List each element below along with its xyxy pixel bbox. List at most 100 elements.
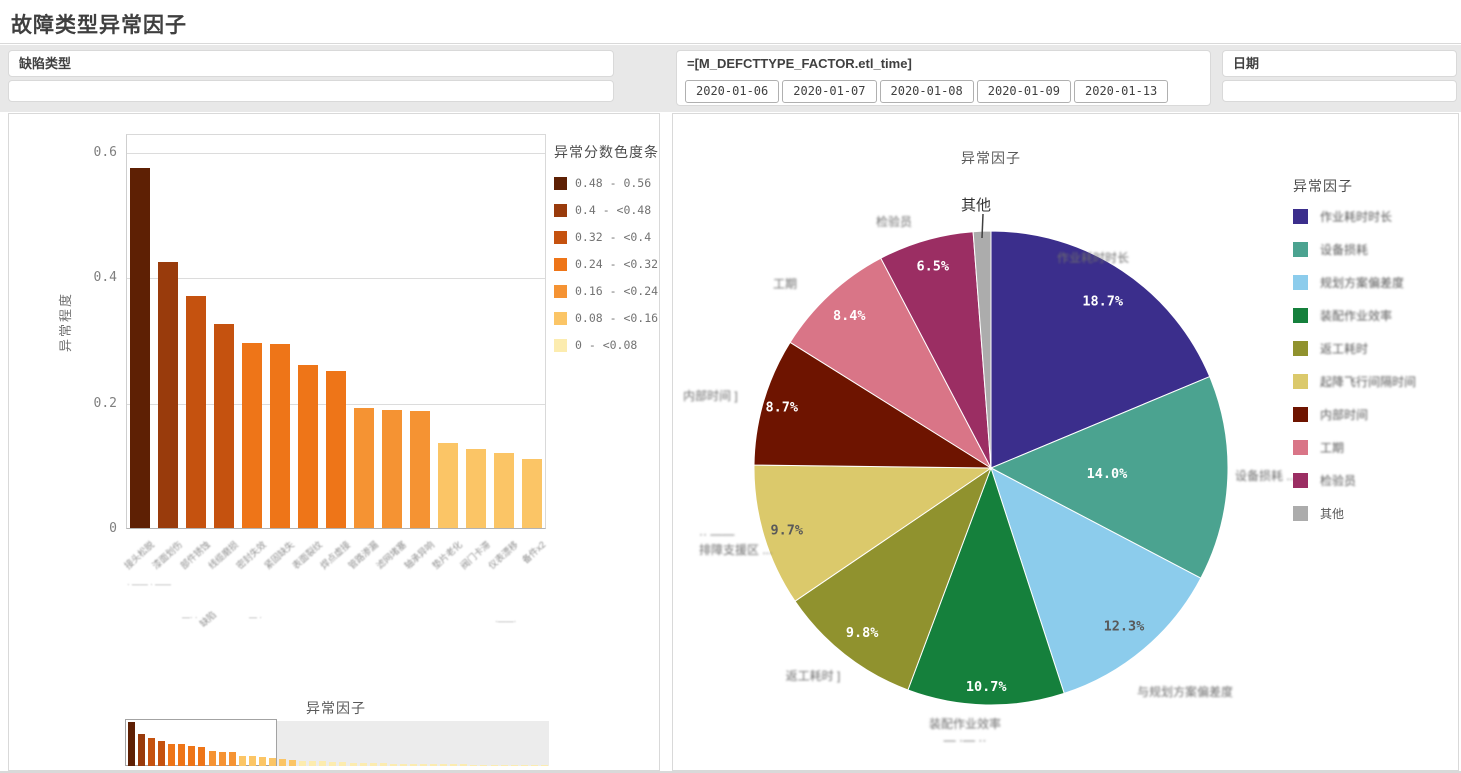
filter-band: 缺陷类型 =[M_DEFCTTYPE_FACTOR.etl_time] 2020…	[0, 45, 1461, 112]
legend-swatch	[554, 231, 567, 244]
y-tick-label: 0	[77, 521, 117, 536]
bar[interactable]	[158, 262, 178, 528]
navigator-title: 异常因子	[256, 698, 416, 718]
pie-legend-item[interactable]: 其他	[1293, 505, 1453, 522]
x-tick-label: 漆面划伤	[149, 538, 184, 572]
filter-defect-type-listbox[interactable]	[8, 80, 614, 102]
x-tick-label: 管路渗漏	[345, 538, 380, 572]
navigator-mini-bar	[168, 744, 175, 766]
filter-etl-time-header[interactable]: =[M_DEFCTTYPE_FACTOR.etl_time]	[677, 51, 1210, 78]
navigator-mini-bar	[470, 765, 477, 766]
navigator-mini-bar	[480, 765, 487, 766]
pie-percent-label: 8.4%	[833, 308, 866, 324]
pie-callout-label-blurred: 作业耗时时长	[1057, 251, 1129, 265]
bar[interactable]	[410, 411, 430, 528]
bar[interactable]	[214, 324, 234, 528]
pie-legend-item[interactable]: 设备损耗	[1293, 241, 1453, 258]
navigator-mini-bar	[430, 764, 437, 766]
navigator-band	[125, 719, 549, 766]
navigator-mini-bar	[279, 759, 286, 766]
bar-legend-item: 0.48 - 0.56	[554, 176, 659, 190]
bar-y-axis-title: 异常程度	[55, 292, 74, 352]
legend-swatch	[554, 339, 567, 352]
pie-percent-label: 14.0%	[1087, 466, 1129, 482]
bar[interactable]	[466, 449, 486, 528]
filter-date-listbox[interactable]	[1222, 80, 1457, 102]
bar[interactable]	[382, 410, 402, 528]
bar[interactable]	[438, 443, 458, 528]
axis-label-fragment: ·——·	[495, 617, 516, 626]
navigator-mini-bar	[410, 764, 417, 766]
navigator-mini-bar	[531, 765, 538, 766]
pie-legend-item[interactable]: 工期	[1293, 439, 1453, 456]
pie-legend-item[interactable]: 起降飞行间隔时间	[1293, 373, 1453, 390]
y-tick-label: 0.2	[77, 396, 117, 411]
navigator-mini-bar	[511, 765, 518, 766]
bar[interactable]	[186, 296, 206, 528]
pie-legend-item[interactable]: 检验员	[1293, 472, 1453, 489]
pie-percent-label: 12.3%	[1104, 619, 1146, 635]
filter-defect-type-header[interactable]: 缺陷类型	[8, 50, 614, 77]
pie-callout-label-blurred: 检验员	[876, 214, 912, 229]
navigator-mini-bar	[380, 763, 387, 766]
pie-legend-item[interactable]: 规划方案偏差度	[1293, 274, 1453, 291]
navigator-mini-bar	[128, 722, 135, 766]
legend-label: 作业耗时时长	[1320, 208, 1392, 225]
bar-legend-item: 0.08 - <0.16	[554, 311, 659, 325]
legend-label: 0.4 - <0.48	[575, 203, 651, 217]
pie-legend-item[interactable]: 返工耗时	[1293, 340, 1453, 357]
navigator-overflow-track[interactable]	[277, 721, 549, 766]
filter-date-header[interactable]: 日期	[1222, 50, 1457, 77]
pie-legend-item[interactable]: 装配作业效率	[1293, 307, 1453, 324]
pie-chart-panel: 异常因子 18.7%作业耗时时长14.0%设备损耗 ...12.3%与规划方案偏…	[672, 113, 1459, 771]
date-button-row: 2020-01-062020-01-072020-01-082020-01-09…	[677, 78, 1210, 103]
navigator-mini-bar	[521, 765, 528, 766]
navigator-mini-bar	[309, 761, 316, 766]
bar-legend-item: 0 - <0.08	[554, 338, 659, 352]
date-button[interactable]: 2020-01-13	[1074, 80, 1168, 103]
legend-label: 其他	[1320, 505, 1344, 522]
legend-label: 起降飞行间隔时间	[1320, 373, 1416, 390]
date-button[interactable]: 2020-01-08	[880, 80, 974, 103]
bar[interactable]	[354, 408, 374, 528]
bar-legend-item: 0.24 - <0.32	[554, 257, 659, 271]
x-tick-label: 仪表漂移	[485, 538, 520, 572]
pie-percent-label: 8.7%	[766, 400, 799, 416]
navigator-mini-bar	[209, 751, 216, 766]
pie-legend-item[interactable]: 内部时间	[1293, 406, 1453, 423]
navigator-mini-bar	[329, 762, 336, 766]
bar[interactable]	[522, 459, 542, 528]
x-tick-label: 阀门卡滞	[457, 538, 492, 572]
x-tick-label: 焊点虚接	[317, 538, 352, 572]
bar[interactable]	[130, 168, 150, 528]
navigator-mini-bar	[541, 765, 548, 766]
legend-label: 工期	[1320, 439, 1344, 456]
bar-legend-items: 0.48 - 0.560.4 - <0.480.32 - <0.40.24 - …	[554, 176, 659, 352]
bar[interactable]	[326, 371, 346, 528]
navigator-mini-bar	[501, 765, 508, 766]
bar-plot-area: 00.20.40.6接头松脱漆面划伤部件锈蚀线缆磨损密封失效紧固缺失表面裂纹焊点…	[126, 134, 546, 529]
gridline	[127, 153, 545, 154]
legend-label: 0.24 - <0.32	[575, 257, 658, 271]
bar[interactable]	[242, 343, 262, 528]
pie-percent-label: 18.7%	[1082, 293, 1124, 309]
dashboard-page: 故障类型异常因子 缺陷类型 =[M_DEFCTTYPE_FACTOR.etl_t…	[0, 0, 1461, 773]
date-button[interactable]: 2020-01-07	[782, 80, 876, 103]
navigator-mini-bar	[450, 764, 457, 766]
date-button[interactable]: 2020-01-06	[685, 80, 779, 103]
legend-label: 0.08 - <0.16	[575, 311, 658, 325]
pie-callout-label-blurred: 返工耗时 ]	[786, 669, 841, 683]
date-button[interactable]: 2020-01-09	[977, 80, 1071, 103]
pie-callout-label-blurred: 排障支援区 ...	[699, 542, 772, 557]
pie-callout-label-blurred: 装配作业效率	[929, 716, 1001, 731]
bar[interactable]	[494, 453, 514, 528]
x-tick-label: 垫片老化	[429, 538, 464, 572]
navigator-mini-bar	[370, 763, 377, 766]
bar[interactable]	[270, 344, 290, 528]
axis-label-fragment: —· ·	[182, 613, 198, 622]
pie-callout-label-blurred: 设备损耗 ...	[1235, 469, 1296, 483]
legend-swatch	[1293, 308, 1308, 323]
legend-label: 0 - <0.08	[575, 338, 637, 352]
bar[interactable]	[298, 365, 318, 528]
pie-legend-item[interactable]: 作业耗时时长	[1293, 208, 1453, 225]
